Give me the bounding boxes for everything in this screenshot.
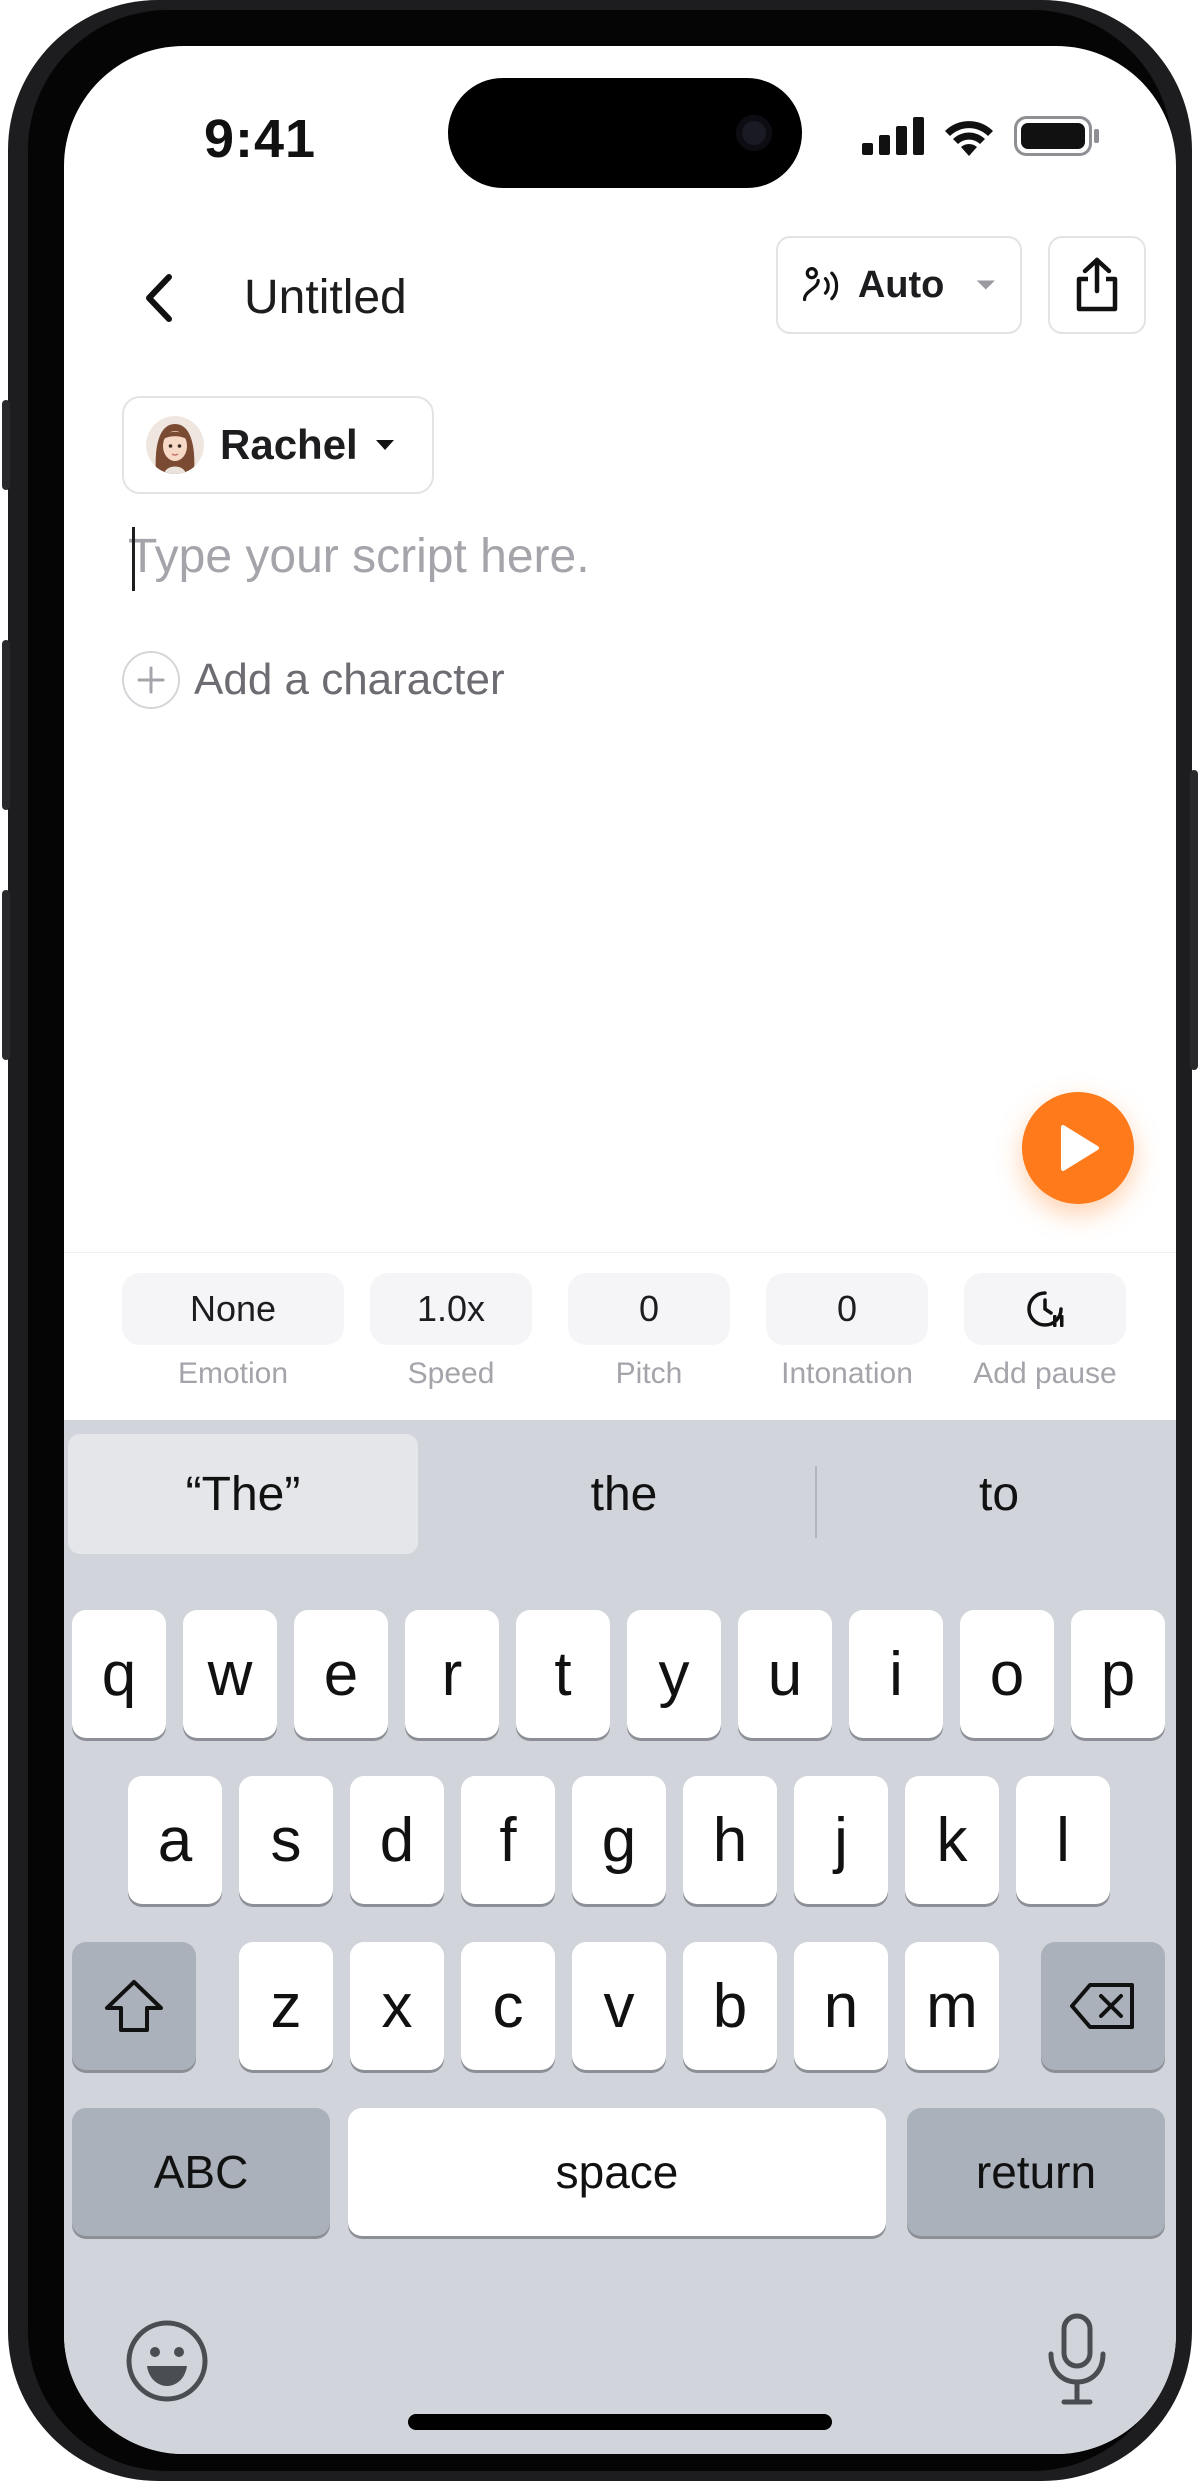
space-key[interactable]: space xyxy=(348,2108,886,2236)
status-time: 9:41 xyxy=(204,109,317,169)
character-selector[interactable]: Rachel xyxy=(122,396,434,494)
status-icons xyxy=(862,116,1100,156)
key-v[interactable]: v xyxy=(572,1942,666,2070)
signal-icon xyxy=(862,117,924,155)
key-s[interactable]: s xyxy=(239,1776,333,1904)
play-button[interactable] xyxy=(1022,1092,1134,1204)
key-j[interactable]: j xyxy=(794,1776,888,1904)
key-c[interactable]: c xyxy=(461,1942,555,2070)
speed-value[interactable]: 1.0x xyxy=(370,1273,532,1345)
volume-down-button xyxy=(2,890,10,1060)
emotion-control[interactable]: None Emotion xyxy=(122,1273,344,1391)
caret-down-icon xyxy=(977,280,996,290)
screen: 9:41 Untitled Auto Rachel Type your scri… xyxy=(64,46,1176,2454)
pause-timer-icon xyxy=(1027,1291,1064,1327)
share-icon xyxy=(1076,257,1118,312)
side-button xyxy=(2,400,10,490)
shift-icon xyxy=(105,1980,163,2032)
key-x[interactable]: x xyxy=(350,1942,444,2070)
key-t[interactable]: t xyxy=(516,1610,610,1738)
script-input[interactable] xyxy=(128,516,1108,596)
keyboard: “The” the to q w e r t y u i o p a s d f xyxy=(64,1420,1176,2454)
key-n[interactable]: n xyxy=(794,1942,888,2070)
wifi-icon xyxy=(945,121,993,156)
return-key[interactable]: return xyxy=(907,2108,1165,2236)
delete-key[interactable] xyxy=(1041,1942,1165,2070)
key-b[interactable]: b xyxy=(683,1942,777,2070)
shift-key[interactable] xyxy=(72,1942,196,2070)
pitch-control[interactable]: 0 Pitch xyxy=(568,1273,730,1391)
delete-icon xyxy=(1070,1983,1134,2029)
key-m[interactable]: m xyxy=(905,1942,999,2070)
power-button xyxy=(1190,770,1198,1070)
key-w[interactable]: w xyxy=(183,1610,277,1738)
text-cursor xyxy=(132,527,135,591)
voice-mode-label: Auto xyxy=(857,263,945,306)
suggestion-2[interactable]: the xyxy=(444,1434,804,1554)
phone-frame: 9:41 Untitled Auto Rachel Type your scri… xyxy=(2,0,1198,2481)
key-e[interactable]: e xyxy=(294,1610,388,1738)
battery-icon xyxy=(1014,116,1099,156)
play-icon xyxy=(1061,1125,1099,1171)
dictation-button[interactable] xyxy=(1042,2312,1112,2413)
back-arrow-icon xyxy=(146,274,172,322)
key-u[interactable]: u xyxy=(738,1610,832,1738)
pitch-value[interactable]: 0 xyxy=(568,1273,730,1345)
speed-label: Speed xyxy=(407,1357,495,1390)
plus-icon-wrap xyxy=(122,651,180,709)
intonation-label: Intonation xyxy=(781,1357,913,1390)
key-f[interactable]: f xyxy=(461,1776,555,1904)
voice-wave-icon xyxy=(802,267,839,302)
key-y[interactable]: y xyxy=(627,1610,721,1738)
key-r[interactable]: r xyxy=(405,1610,499,1738)
caret-down-icon xyxy=(375,440,394,450)
suggestion-3[interactable]: to xyxy=(824,1434,1174,1554)
key-d[interactable]: d xyxy=(350,1776,444,1904)
plus-icon xyxy=(137,666,165,694)
bezel: 9:41 Untitled Auto Rachel Type your scri… xyxy=(28,10,1176,2471)
key-q[interactable]: q xyxy=(72,1610,166,1738)
add-pause-button[interactable] xyxy=(964,1273,1126,1345)
key-z[interactable]: z xyxy=(239,1942,333,2070)
suggestion-1[interactable]: “The” xyxy=(68,1434,418,1554)
voice-mode-dropdown[interactable]: Auto xyxy=(776,236,1022,334)
dynamic-island xyxy=(448,78,802,188)
key-l[interactable]: l xyxy=(1016,1776,1110,1904)
add-character-label: Add a character xyxy=(194,655,505,704)
add-pause-label: Add pause xyxy=(973,1357,1117,1390)
back-button[interactable] xyxy=(128,268,188,328)
key-g[interactable]: g xyxy=(572,1776,666,1904)
key-o[interactable]: o xyxy=(960,1610,1054,1738)
key-h[interactable]: h xyxy=(683,1776,777,1904)
suggestion-divider xyxy=(815,1466,817,1538)
emoji-button[interactable] xyxy=(124,2318,210,2409)
emotion-label: Emotion xyxy=(177,1357,289,1390)
key-p[interactable]: p xyxy=(1071,1610,1165,1738)
abc-key[interactable]: ABC xyxy=(72,2108,330,2236)
share-button[interactable] xyxy=(1048,236,1146,334)
key-i[interactable]: i xyxy=(849,1610,943,1738)
character-name: Rachel xyxy=(220,421,358,468)
document-title[interactable]: Untitled xyxy=(244,268,407,328)
microphone-icon xyxy=(1048,2313,1106,2405)
emoji-icon xyxy=(126,2320,208,2402)
add-character-button[interactable]: Add a character xyxy=(122,651,505,709)
emotion-value[interactable]: None xyxy=(122,1273,344,1345)
key-k[interactable]: k xyxy=(905,1776,999,1904)
key-a[interactable]: a xyxy=(128,1776,222,1904)
intonation-control[interactable]: 0 Intonation xyxy=(766,1273,928,1391)
intonation-value[interactable]: 0 xyxy=(766,1273,928,1345)
front-camera xyxy=(736,115,772,151)
speed-control[interactable]: 1.0x Speed xyxy=(370,1273,532,1391)
home-indicator[interactable] xyxy=(408,2414,832,2430)
pitch-label: Pitch xyxy=(615,1357,683,1390)
voice-controls-bar: None Emotion 1.0x Speed 0 Pitch 0 Intona… xyxy=(64,1252,1176,1420)
add-pause-control[interactable]: Add pause xyxy=(964,1273,1126,1391)
volume-up-button xyxy=(2,640,10,810)
avatar xyxy=(146,416,204,474)
